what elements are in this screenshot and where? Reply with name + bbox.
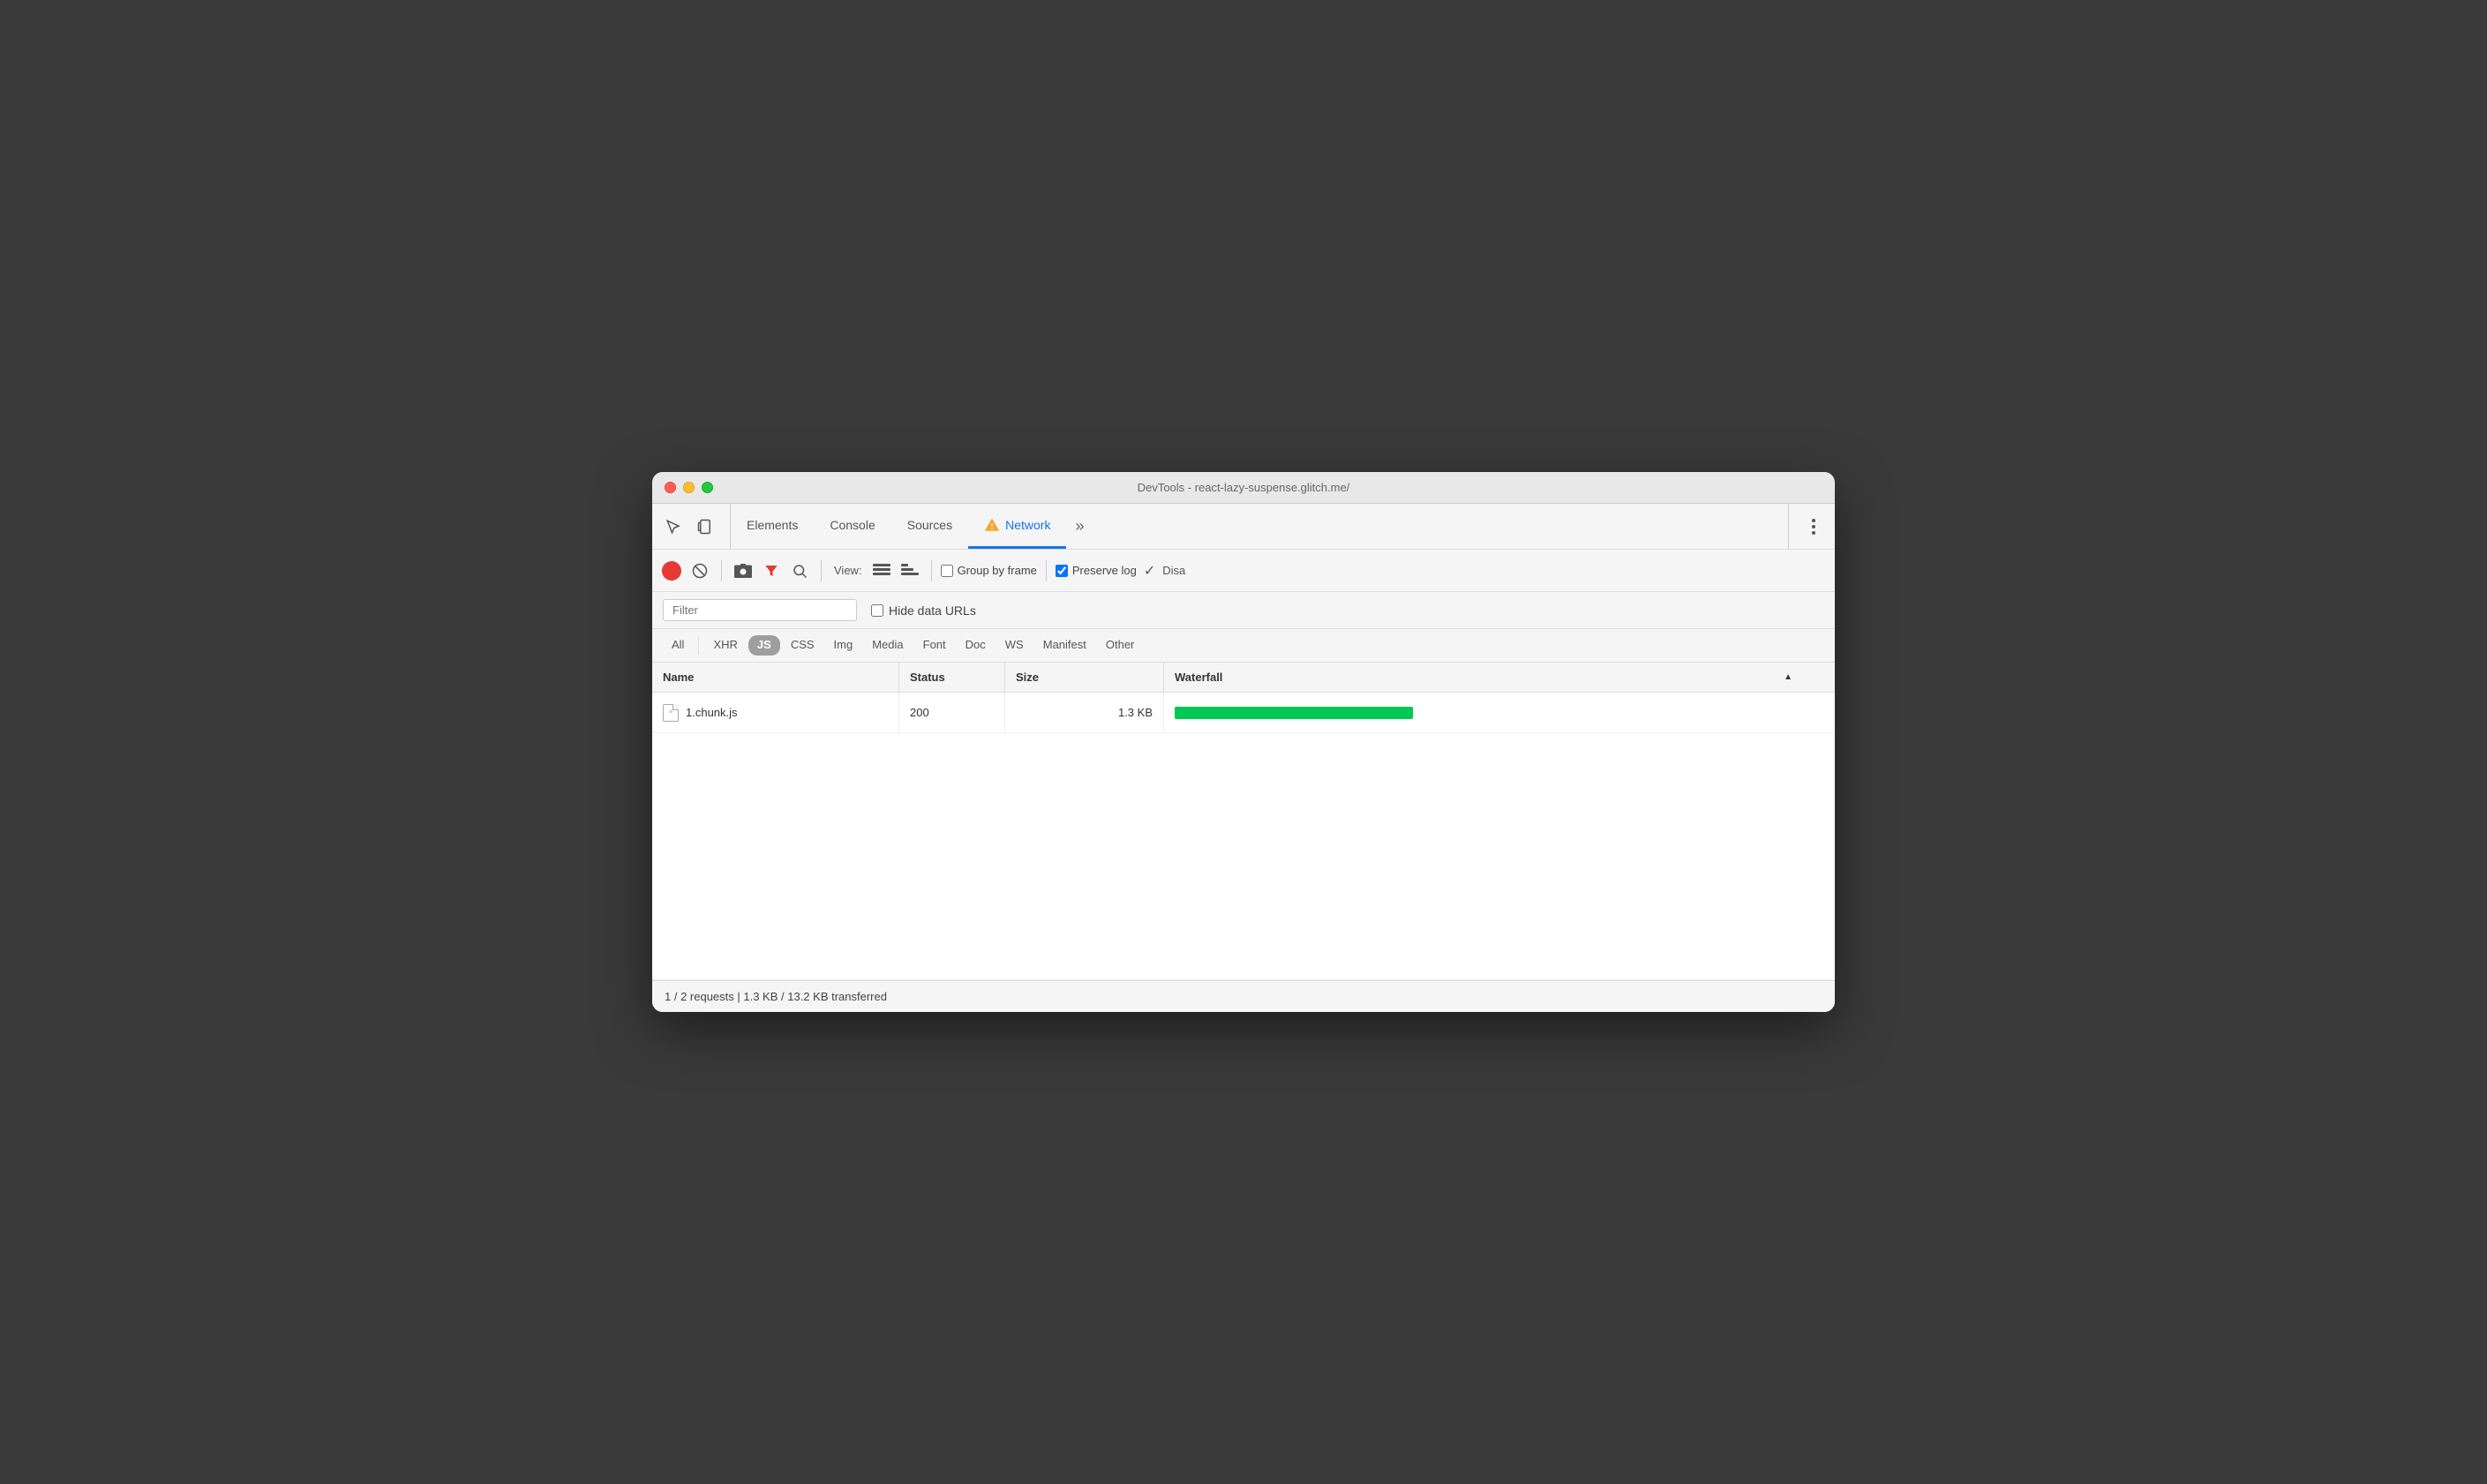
screenshot-button[interactable] [731, 558, 755, 583]
title-bar: DevTools - react-lazy-suspense.glitch.me… [652, 472, 1835, 504]
tab-list: Elements Console Sources Network » [731, 504, 1788, 549]
tab-elements[interactable]: Elements [731, 504, 814, 549]
status-bar-text: 1 / 2 requests | 1.3 KB / 13.2 KB transf… [665, 990, 887, 1003]
close-button[interactable] [665, 482, 676, 493]
col-status: Status [899, 663, 1005, 692]
col-size: Size [1005, 663, 1164, 692]
type-filter-other[interactable]: Other [1097, 635, 1144, 656]
cell-size: 1.3 KB [1005, 693, 1164, 732]
cell-status: 200 [899, 693, 1005, 732]
cell-name: ≡ 1.chunk.js [652, 693, 899, 732]
toolbar-separator-4 [1046, 560, 1047, 581]
type-sep-1 [698, 637, 699, 655]
cell-waterfall [1164, 693, 1803, 732]
toolbar-separator-2 [821, 560, 822, 581]
status-bar: 1 / 2 requests | 1.3 KB / 13.2 KB transf… [652, 980, 1835, 1012]
tab-bar-right [1788, 504, 1828, 549]
type-filter-img[interactable]: Img [825, 635, 862, 656]
devtools-panel: Elements Console Sources Network » [652, 504, 1835, 1012]
tab-network[interactable]: Network [968, 504, 1066, 549]
table-row[interactable]: ≡ 1.chunk.js 200 1.3 KB [652, 693, 1835, 733]
devtools-menu-button[interactable] [1800, 513, 1828, 541]
waterfall-sort-icon: ▲ [1784, 672, 1792, 682]
network-toolbar: View: Group by frame [652, 550, 1835, 592]
table-empty-area [652, 733, 1835, 980]
toolbar-separator-3 [931, 560, 932, 581]
type-filter-ws[interactable]: WS [996, 635, 1033, 656]
col-waterfall: Waterfall ▲ [1164, 663, 1803, 692]
preserve-log-check-icon: ✓ [1144, 562, 1155, 580]
group-by-frame-label[interactable]: Group by frame [941, 564, 1037, 577]
type-filter-xhr[interactable]: XHR [704, 635, 746, 656]
device-toolbar-button[interactable] [691, 513, 719, 541]
hide-data-urls-label[interactable]: Hide data URLs [871, 603, 976, 618]
waterfall-bar [1175, 707, 1413, 719]
toolbar-separator-1 [721, 560, 722, 581]
traffic-lights [665, 482, 713, 493]
search-button[interactable] [787, 558, 812, 583]
tab-bar-icons [659, 504, 731, 549]
type-filter-font[interactable]: Font [914, 635, 955, 656]
type-filter-js[interactable]: JS [748, 635, 780, 656]
network-table: Name Status Size Waterfall ▲ ≡ [652, 663, 1835, 980]
tab-sources[interactable]: Sources [891, 504, 968, 549]
table-header: Name Status Size Waterfall ▲ [652, 663, 1835, 693]
preserve-log-label[interactable]: Preserve log [1056, 564, 1137, 577]
file-icon: ≡ [663, 704, 679, 722]
type-filter-bar: All XHR JS CSS Img Media Font Doc [652, 629, 1835, 663]
type-filter-manifest[interactable]: Manifest [1034, 635, 1095, 656]
type-filter-css[interactable]: CSS [782, 635, 823, 656]
view-list-button[interactable] [869, 558, 894, 583]
minimize-button[interactable] [683, 482, 695, 493]
window-title: DevTools - react-lazy-suspense.glitch.me… [1138, 481, 1350, 494]
warning-icon [984, 517, 1000, 533]
tab-more-button[interactable]: » [1066, 504, 1093, 549]
type-filter-all[interactable]: All [663, 635, 693, 656]
filter-button[interactable] [759, 558, 784, 583]
inspect-element-button[interactable] [659, 513, 687, 541]
record-button[interactable] [659, 558, 684, 583]
tab-bar: Elements Console Sources Network » [652, 504, 1835, 550]
view-tree-button[interactable] [898, 558, 922, 583]
tab-console[interactable]: Console [814, 504, 890, 549]
devtools-window: DevTools - react-lazy-suspense.glitch.me… [652, 472, 1835, 1012]
filter-bar: Hide data URLs [652, 592, 1835, 629]
maximize-button[interactable] [702, 482, 713, 493]
col-name: Name [652, 663, 899, 692]
type-filter-media[interactable]: Media [863, 635, 912, 656]
clear-button[interactable] [687, 558, 712, 583]
hide-data-urls-checkbox[interactable] [871, 604, 883, 617]
preserve-log-checkbox[interactable] [1056, 565, 1068, 577]
filter-input[interactable] [663, 599, 857, 621]
view-label: View: [834, 564, 862, 577]
group-by-frame-checkbox[interactable] [941, 565, 953, 577]
disable-cache-label: Disa [1162, 564, 1185, 577]
type-filter-doc[interactable]: Doc [957, 635, 995, 656]
